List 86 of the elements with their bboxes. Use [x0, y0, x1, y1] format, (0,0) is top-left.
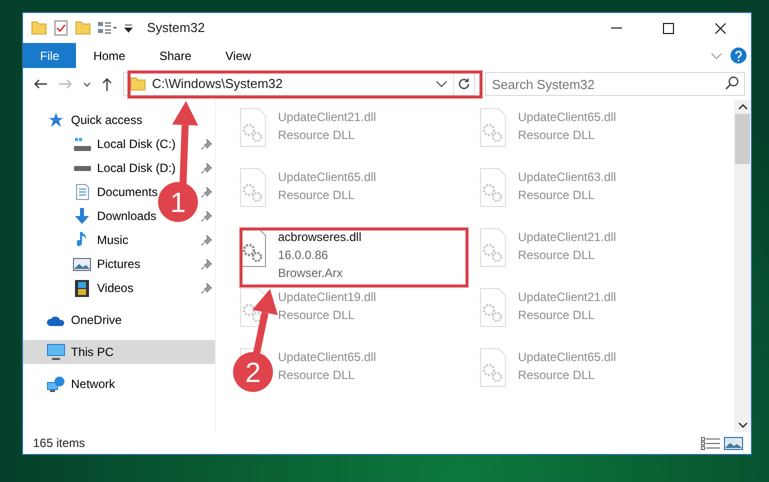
callout-number: 1 [170, 187, 186, 218]
network-icon [47, 376, 65, 392]
file-detail: Resource DLL [518, 187, 596, 204]
ribbon-tab[interactable]: Home [76, 43, 142, 68]
music-note-icon [77, 232, 87, 248]
properties-icon[interactable] [97, 21, 118, 35]
nav-item[interactable]: Quick access [47, 111, 142, 129]
maximize-icon [662, 22, 674, 34]
callout-circle [158, 182, 198, 222]
ribbon-tab[interactable]: File [23, 43, 76, 68]
file-name: UpdateClient21.dll [518, 289, 616, 306]
drive-icon [74, 166, 90, 170]
address-bar[interactable]: C:\Windows\System32 [123, 72, 475, 96]
item-count: 165 items [33, 435, 86, 452]
file-detail: Browser.Arx [278, 265, 344, 282]
file-detail: Resource DLL [278, 367, 356, 384]
nav-item[interactable]: This PC [47, 343, 114, 361]
scrollbar-thumb[interactable] [735, 114, 750, 164]
minimize-icon [610, 27, 622, 29]
close-icon [714, 22, 726, 34]
folder-icon [130, 76, 146, 92]
file-detail: Resource DLL [518, 367, 596, 384]
up-arrow-icon [101, 76, 113, 92]
chevron-icon[interactable] [738, 104, 748, 110]
drive-icon [74, 138, 90, 150]
file-name: UpdateClient21.dll [278, 109, 376, 126]
back-icon [33, 78, 48, 90]
gear-file-icon [480, 108, 506, 147]
dropdown-icon[interactable] [436, 81, 447, 87]
monitor-icon [47, 344, 65, 360]
gear-file-icon [480, 288, 506, 327]
address-path: C:\Windows\System32 [152, 75, 283, 94]
chevron-icon[interactable] [738, 422, 748, 428]
details-view-icon[interactable] [701, 436, 720, 450]
back-button[interactable] [33, 78, 48, 90]
file-detail: Resource DLL [278, 127, 356, 144]
cloud-icon [47, 314, 65, 326]
nav-item[interactable]: Documents [73, 183, 158, 201]
callout-number: 2 [245, 357, 261, 388]
ribbon-tab[interactable]: View [208, 43, 268, 68]
picture-icon [73, 258, 91, 270]
file-name: UpdateClient65.dll [518, 349, 616, 366]
file-name: UpdateClient63.dll [518, 169, 616, 186]
file-name: UpdateClient65.dll [278, 349, 376, 366]
document-icon [76, 184, 88, 200]
file-detail: Resource DLL [278, 187, 356, 204]
film-icon [75, 280, 89, 296]
refresh-icon [458, 78, 470, 90]
gear-file-icon [240, 168, 266, 207]
file-detail: 16.0.0.86 [278, 247, 330, 264]
callout-circle [233, 352, 273, 392]
star-icon [48, 112, 64, 128]
gear-file-icon [240, 108, 266, 147]
file-detail: Resource DLL [518, 127, 596, 144]
gear-file-icon [480, 228, 506, 267]
nav-item[interactable]: Local Disk (D:) [73, 159, 176, 177]
file-name: UpdateClient65.dll [518, 109, 616, 126]
caret-icon [83, 82, 91, 86]
help-icon[interactable] [730, 47, 747, 64]
forward-icon [58, 78, 73, 90]
file-detail: Resource DLL [278, 307, 356, 324]
download-icon [75, 208, 89, 224]
gear-file-icon [480, 348, 506, 387]
nav-item[interactable]: Local Disk (C:) [73, 135, 176, 153]
search-field[interactable]: Search System32 [485, 72, 745, 96]
file-name: UpdateClient65.dll [278, 169, 376, 186]
ribbon-tab[interactable]: Share [142, 43, 208, 68]
file-detail: Resource DLL [518, 307, 596, 324]
nav-item[interactable]: Pictures [73, 255, 140, 273]
nav-item[interactable]: Music [73, 231, 128, 249]
up-button[interactable] [101, 76, 113, 92]
recent-button[interactable] [83, 82, 91, 86]
file-name: UpdateClient21.dll [518, 229, 616, 246]
checklist-icon[interactable] [53, 20, 69, 36]
large-icons-view-icon[interactable] [724, 436, 743, 450]
nav-item[interactable]: Videos [73, 279, 134, 297]
gear-file-icon [480, 168, 506, 207]
window-title: System32 [147, 19, 205, 38]
nav-item[interactable]: Downloads [73, 207, 156, 225]
nav-item[interactable]: Network [47, 375, 116, 393]
file-name: acbrowseres.dll [278, 229, 362, 246]
nav-item[interactable]: OneDrive [47, 311, 122, 329]
file-name: UpdateClient19.dll [278, 289, 376, 306]
file-detail: Resource DLL [518, 247, 596, 264]
search-icon[interactable] [725, 76, 739, 90]
dropdown-icon[interactable] [124, 24, 133, 32]
